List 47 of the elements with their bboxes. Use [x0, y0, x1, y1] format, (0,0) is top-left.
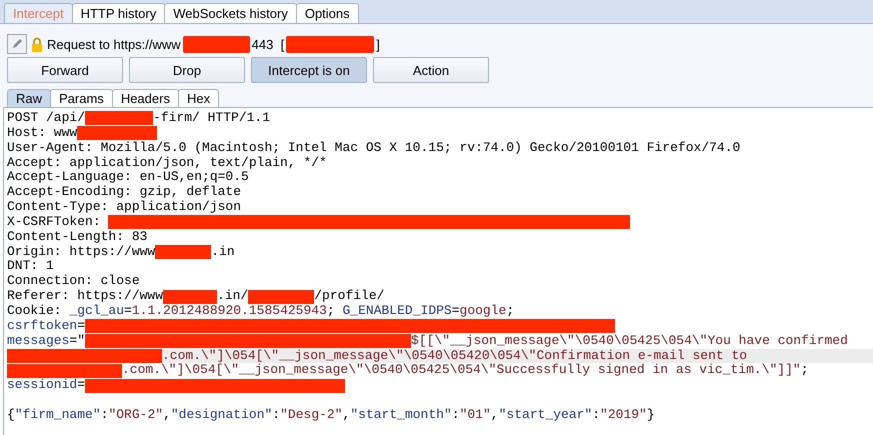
toolbar-button[interactable]: Drop	[129, 57, 245, 83]
code-text: .in	[211, 244, 235, 260]
tab[interactable]: Params	[50, 89, 113, 107]
code-text: messages="	[7, 334, 86, 348]
code-text: Content-Type: application/json	[7, 200, 242, 215]
code-text: Content-Length: 83	[7, 230, 148, 245]
code-text: Referer: https://www	[7, 289, 164, 304]
code-text: Accept-Language: en-US,en;q=0.5	[7, 170, 249, 186]
lock-icon	[31, 36, 43, 52]
tab[interactable]: HTTP history	[72, 3, 166, 23]
code-text: 443 [	[252, 36, 284, 52]
redaction-mark	[163, 290, 218, 304]
code-text: ]	[376, 36, 380, 52]
code-text: Origin: https://www	[7, 244, 156, 260]
code-text: sessionid=	[7, 378, 86, 394]
code-text: Accept-Encoding: gzip, deflate	[7, 185, 242, 200]
tab[interactable]: Headers	[112, 89, 179, 107]
tab[interactable]: Raw	[7, 89, 52, 107]
redaction-mark	[155, 245, 212, 260]
edit-button[interactable]	[7, 34, 27, 54]
redaction-mark	[182, 36, 250, 52]
tab[interactable]: Options	[296, 3, 359, 23]
code-text: DNT: 1	[7, 259, 54, 274]
code-text: .in/	[217, 289, 248, 304]
code-text: $[[\"__json_message\"\0540\05425\054\"You have confirmed	[411, 334, 848, 348]
code-text: Host: www	[7, 126, 78, 141]
pencil-icon	[11, 38, 23, 50]
code-text: {"firm_name":"ORG-2","designation":"Desg-2","start_month":"01","start_year":"2019"}	[7, 408, 655, 423]
code-text: .com.\"]\054[\"__json_message\"\0540\05425\054\"Successfully signed in as vic_tim.\"]]";	[122, 363, 809, 378]
code-text: Request to https://www	[47, 36, 181, 52]
redaction-mark	[248, 290, 314, 304]
tab[interactable]: Hex	[178, 89, 220, 107]
code-text: /profile/	[314, 289, 384, 304]
code-text: -firm/ HTTP/1.1	[153, 111, 270, 126]
toolbar-button[interactable]: Intercept is on	[251, 57, 367, 83]
toolbar-button[interactable]: Forward	[7, 57, 123, 83]
toolbar-button[interactable]: Action	[373, 57, 489, 83]
code-text: X-CSRFToken:	[7, 214, 102, 230]
code-text: .com.\"]\054[\"__json_message\"\0540\05420\054\"Confirmation e-mail sent to	[162, 348, 873, 364]
code-text: POST /api/	[7, 111, 86, 126]
code-text: Accept: application/json, text/plain, */*	[7, 156, 327, 170]
code-text: User-Agent: Mozilla/5.0 (Macintosh; Intel Mac OS X 10.15; rv:74.0) Gecko/20100101 Firefox/74.0	[7, 140, 740, 156]
code-text: Connection: close	[7, 274, 140, 290]
code-text: Cookie: _gcl_au=1.1.2012488920.1585425943; G_ENABLED_IDPS=google;	[7, 304, 514, 319]
tab[interactable]: WebSockets history	[164, 3, 297, 23]
code-text: csrftoken=	[7, 318, 86, 334]
redaction-mark	[85, 111, 154, 126]
